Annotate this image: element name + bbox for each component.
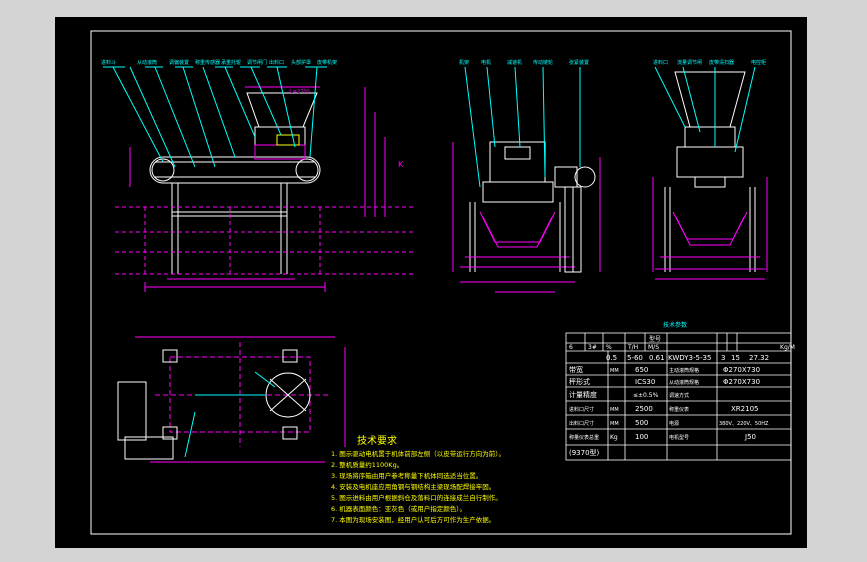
value-model: KWDY3-5-35	[668, 354, 711, 362]
spec-row: 秤形式 ICS30 从动滚筒规格 Φ270X730	[569, 377, 760, 386]
row-label: 秤形式	[569, 377, 590, 386]
callout-front-8: 头部护罩	[291, 59, 311, 66]
row-label2: 从动滚筒规格	[669, 379, 699, 386]
top-dimension: L=2700	[290, 89, 310, 95]
row-unit: MM	[610, 421, 619, 427]
units-1: 6	[569, 344, 573, 351]
spec-row: 称量仪表总重 Kg 100 电机型号 J50	[569, 433, 756, 441]
callout-front-2: 从动滚筒	[137, 59, 157, 66]
row-value2: 380V、220V、50HZ	[719, 421, 769, 427]
row-label: 称量仪表总重	[569, 434, 599, 441]
row-label: 计量精度	[569, 390, 597, 399]
table-caption: 技术参数	[663, 321, 687, 329]
row-value: 500	[635, 419, 648, 427]
side-view	[452, 66, 601, 293]
row-label: 带宽	[569, 365, 583, 374]
value-speed: 0.61	[649, 354, 665, 362]
callout-front-4: 称重传感器	[195, 59, 220, 66]
value-a: 3	[721, 354, 725, 362]
spec-row: 计量精度 ≤±0.5% 调速方式	[569, 390, 689, 399]
header-model: 型号	[649, 335, 661, 343]
row-value2: Φ270X730	[723, 378, 760, 386]
callout-end-4: 电控柜	[751, 59, 766, 66]
end-view	[652, 66, 768, 280]
row-value: 650	[635, 366, 648, 374]
callout-side-5: 张紧装置	[569, 59, 589, 66]
callout-front-1: 进料斗	[101, 59, 116, 66]
plan-view	[117, 336, 346, 463]
row-value: ICS30	[635, 378, 655, 386]
row-label2: 主动滚筒规格	[669, 367, 699, 374]
spec-row: 出料口尺寸 MM 500 电源 380V、220V、50HZ	[569, 419, 769, 427]
drawing-sheet: 技术要求 1. 图示驱动电机置于机体前部左侧（以皮带运行方向为前）。 2. 整机…	[55, 17, 807, 548]
row-label2: 电源	[669, 420, 679, 427]
callout-side-3: 减速机	[507, 59, 522, 66]
row-label: 进料口尺寸	[569, 406, 594, 413]
callout-front-5: 承重托辊	[221, 59, 241, 66]
spec-table: 技术参数 型号 Kg/M 6 3# % T/H M/S 0.5 5-60 0.6…	[565, 321, 795, 461]
row-value: ≤±0.5%	[633, 392, 659, 399]
value-precision: 0.5	[606, 354, 617, 362]
callout-side-1: 机架	[459, 59, 469, 66]
callout-end-2: 流量调节闸	[677, 59, 702, 66]
cad-drawing: 技术要求 1. 图示驱动电机置于机体前部左侧（以皮带运行方向为前）。 2. 整机…	[90, 30, 795, 535]
units-5: M/S	[648, 344, 659, 351]
note-2: 2. 整机质量约1100Kg。	[331, 460, 403, 469]
row-label2: 称重仪表	[669, 406, 689, 413]
note-3: 3. 现场将序箱由用户参考称量下机体同选适当位置。	[331, 471, 482, 480]
height-marker: K	[398, 160, 404, 169]
row-value: 2500	[635, 405, 653, 413]
callout-front-6: 调节闸门	[247, 59, 267, 66]
note-5: 5. 图示进料由用户根据斜仓及落料口的连接成兰自行制作。	[331, 493, 502, 502]
spec-row: 进料口尺寸 MM 2500 称重仪表 XR2105	[569, 405, 758, 413]
notes-title: 技术要求	[357, 434, 397, 447]
row-value2: J50	[744, 433, 756, 441]
row-unit: MM	[610, 368, 619, 374]
spec-row: 带宽 MM 650 主动滚筒规格 Φ270X730	[569, 365, 760, 374]
row-value2: Φ270X730	[723, 366, 760, 374]
units-2: 3#	[588, 344, 597, 351]
note-7: 7. 本图为现场安装图，经用户认可后方可作为生产依据。	[331, 515, 495, 524]
callout-front-3: 调偏装置	[169, 59, 189, 66]
row-unit: Kg	[610, 434, 618, 441]
row-value2: XR2105	[731, 405, 758, 413]
note-1: 1. 图示驱动电机置于机体前部左侧（以皮带运行方向为前）。	[331, 449, 505, 458]
note-4: 4. 安装及电机座应用角钢与钢结构主梁现场配焊接牢固。	[331, 482, 495, 491]
value-b: 15	[731, 354, 740, 362]
row-label2: 电机型号	[669, 434, 689, 441]
front-view	[103, 66, 415, 292]
callout-end-3: 皮带清扫器	[709, 59, 734, 66]
callout-side-2: 电机	[481, 59, 491, 66]
header-kgm: Kg/M	[780, 344, 795, 351]
value-kgm: 27.32	[749, 354, 769, 362]
technical-notes: 技术要求 1. 图示驱动电机置于机体前部左侧（以皮带运行方向为前）。 2. 整机…	[331, 434, 505, 524]
row-value: 100	[635, 433, 648, 441]
value-flow: 5-60	[627, 354, 643, 362]
callout-front-7: 出料口	[269, 59, 284, 66]
row-unit: MM	[610, 407, 619, 413]
callout-end-1: 进料口	[653, 59, 668, 66]
row-label: 出料口尺寸	[569, 420, 594, 427]
table-note: (9370型)	[569, 448, 600, 457]
note-6: 6. 机器表面颜色：亚灰色（或用户指定颜色）。	[331, 504, 466, 513]
row-label2: 调速方式	[669, 392, 689, 399]
callout-side-4: 传动链轮	[533, 59, 553, 66]
units-3: %	[606, 344, 612, 351]
callout-front-9: 皮带机架	[317, 59, 337, 66]
units-4: T/H	[627, 344, 638, 351]
